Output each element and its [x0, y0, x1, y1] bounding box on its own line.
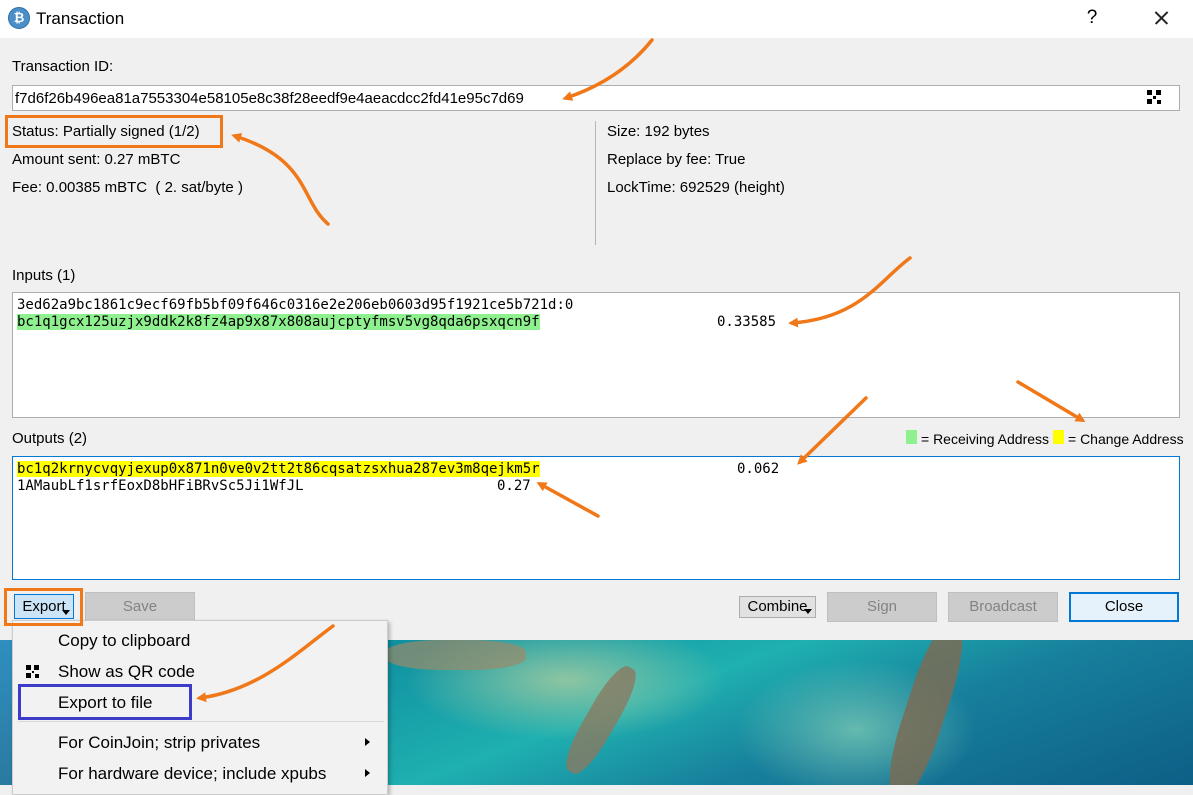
input-address[interactable]: bc1q1gcx125uzjx9ddk2k8fz4ap9x87x808aujcp… — [17, 314, 540, 330]
close-window-icon[interactable] — [1146, 4, 1176, 32]
outputs-list[interactable]: bc1q2krnycvqyjexup0x871n0ve0v2tt2t86cqsa… — [12, 456, 1180, 580]
annotation-box-export-to-file — [18, 684, 192, 720]
annotation-box-export — [4, 588, 83, 626]
save-button[interactable]: Save — [85, 592, 195, 622]
title-bar: Transaction ? — [0, 0, 1193, 38]
amount-sent-text: Amount sent: 0.27 mBTC — [12, 151, 181, 168]
rbf-text: Replace by fee: True — [607, 151, 746, 168]
input-amount: 0.33585 — [717, 314, 777, 330]
window-title: Transaction — [36, 9, 125, 28]
desktop-wallpaper — [386, 640, 1193, 785]
output-address[interactable]: 1AMaubLf1srfEoxD8bHFiBRvSc5Ji1WfJL — [17, 478, 304, 494]
output-amount: 0.27 — [497, 478, 531, 494]
receiving-legend: = Receiving Address — [921, 431, 1050, 447]
close-button[interactable]: Close — [1069, 592, 1179, 622]
wallpaper-land — [558, 660, 644, 780]
wallpaper-land — [386, 640, 526, 670]
combine-button-label: Combine — [747, 598, 808, 615]
txid-field[interactable]: f7d6f26b496ea81a7553304e58105e8c38f28eed… — [12, 85, 1180, 111]
qr-code-icon — [26, 665, 39, 678]
size-text: Size: 192 bytes — [607, 123, 710, 140]
change-legend: = Change Address — [1068, 431, 1184, 447]
electrum-app-icon — [8, 7, 30, 29]
locktime-text: LockTime: 692529 (height) — [607, 179, 785, 196]
submenu-arrow-icon — [365, 738, 370, 746]
qr-code-icon[interactable] — [1147, 90, 1161, 104]
output-address[interactable]: bc1q2krnycvqyjexup0x871n0ve0v2tt2t86cqsa… — [17, 461, 540, 477]
txid-value[interactable]: f7d6f26b496ea81a7553304e58105e8c38f28eed… — [15, 90, 524, 107]
inputs-label: Inputs (1) — [12, 267, 76, 284]
help-button[interactable]: ? — [1078, 4, 1106, 32]
outputs-label: Outputs (2) — [12, 430, 88, 447]
annotation-box-status — [5, 115, 223, 148]
receiving-swatch — [906, 430, 917, 444]
menu-hardware-include-xpubs[interactable]: For hardware device; include xpubs — [58, 764, 326, 784]
wallpaper-land — [879, 640, 973, 785]
inputs-list[interactable]: 3ed62a9bc1861c9ecf69fb5bf09f646c0316e2e2… — [12, 292, 1180, 418]
menu-copy-to-clipboard[interactable]: Copy to clipboard — [58, 631, 190, 651]
sign-button[interactable]: Sign — [827, 592, 937, 622]
arrow-to-status — [231, 133, 330, 226]
menu-coinjoin-strip-privates[interactable]: For CoinJoin; strip privates — [58, 733, 260, 753]
txid-label: Transaction ID: — [12, 58, 114, 75]
output-amount: 0.062 — [737, 461, 780, 477]
menu-separator — [18, 721, 384, 722]
fee-text: Fee: 0.00385 mBTC ( 2. sat/byte ) — [12, 179, 243, 196]
desktop-background — [0, 640, 12, 785]
dropdown-arrow-icon — [804, 609, 812, 614]
combine-button[interactable]: Combine — [739, 596, 816, 618]
info-divider — [595, 121, 596, 245]
broadcast-button[interactable]: Broadcast — [948, 592, 1058, 622]
input-prevout[interactable]: 3ed62a9bc1861c9ecf69fb5bf09f646c0316e2e2… — [17, 297, 573, 313]
submenu-arrow-icon — [365, 769, 370, 777]
menu-show-qr-code[interactable]: Show as QR code — [58, 662, 195, 682]
change-swatch — [1053, 430, 1064, 444]
